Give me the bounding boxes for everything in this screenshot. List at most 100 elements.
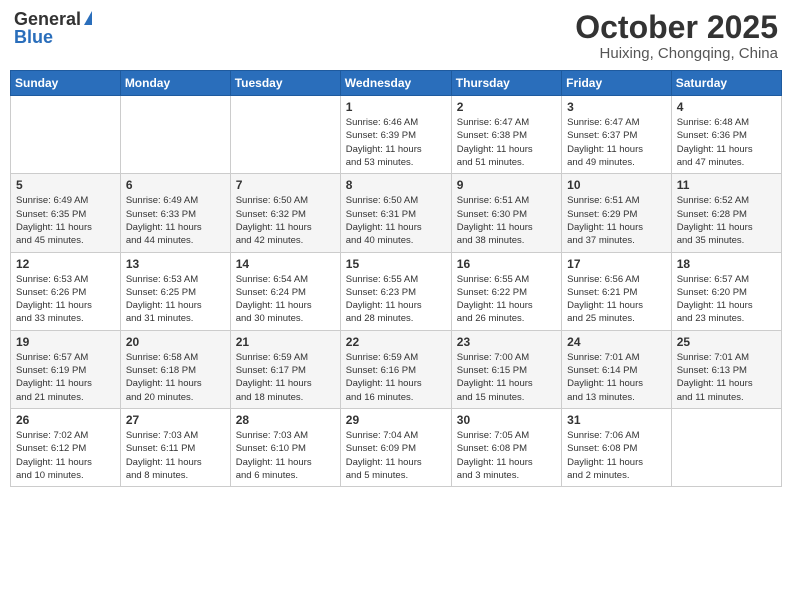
weekday-header: Wednesday — [340, 71, 451, 96]
day-number: 26 — [16, 413, 115, 427]
weekday-header: Friday — [562, 71, 672, 96]
day-number: 24 — [567, 335, 666, 349]
day-info: Sunrise: 6:54 AMSunset: 6:24 PMDaylight:… — [236, 273, 335, 326]
day-number: 1 — [346, 100, 446, 114]
day-info: Sunrise: 6:50 AMSunset: 6:32 PMDaylight:… — [236, 194, 335, 247]
calendar-cell: 12 Sunrise: 6:53 AMSunset: 6:26 PMDayligh… — [11, 252, 121, 330]
day-number: 18 — [677, 257, 776, 271]
logo: General Blue — [14, 10, 92, 46]
day-number: 4 — [677, 100, 776, 114]
day-info: Sunrise: 6:49 AMSunset: 6:33 PMDaylight:… — [126, 194, 225, 247]
day-number: 2 — [457, 100, 556, 114]
calendar-cell: 27Sunrise: 7:03 AMSunset: 6:11 PMDayligh… — [120, 408, 230, 486]
day-number: 12 — [16, 257, 115, 271]
weekday-header: Tuesday — [230, 71, 340, 96]
day-info: Sunrise: 7:04 AMSunset: 6:09 PMDaylight:… — [346, 429, 446, 482]
calendar-cell — [120, 96, 230, 174]
calendar-cell: 5 Sunrise: 6:49 AMSunset: 6:35 PMDaylight… — [11, 174, 121, 252]
day-number: 10 — [567, 178, 666, 192]
weekday-header: Thursday — [451, 71, 561, 96]
day-info: Sunrise: 6:46 AMSunset: 6:39 PMDaylight:… — [346, 116, 446, 169]
calendar-cell: 10 Sunrise: 6:51 AMSunset: 6:29 PMDayligh… — [562, 174, 672, 252]
calendar-cell: 15 Sunrise: 6:55 AMSunset: 6:23 PMDayligh… — [340, 252, 451, 330]
day-info: Sunrise: 6:51 AMSunset: 6:30 PMDaylight:… — [457, 194, 556, 247]
calendar-cell: 21 Sunrise: 6:59 AMSunset: 6:17 PMDayligh… — [230, 330, 340, 408]
calendar-cell — [11, 96, 121, 174]
title-block: October 2025 Huixing, Chongqing, China — [575, 10, 778, 62]
day-number: 30 — [457, 413, 556, 427]
day-number: 14 — [236, 257, 335, 271]
calendar-cell: 18 Sunrise: 6:57 AMSunset: 6:20 PMDayligh… — [671, 252, 781, 330]
calendar-cell: 28 Sunrise: 7:03 AMSunset: 6:10 PMDayligh… — [230, 408, 340, 486]
weekday-header-row: SundayMondayTuesdayWednesdayThursdayFrid… — [11, 71, 782, 96]
calendar-cell: 20 Sunrise: 6:58 AMSunset: 6:18 PMDayligh… — [120, 330, 230, 408]
day-info: Sunrise: 6:49 AMSunset: 6:35 PMDaylight:… — [16, 194, 115, 247]
calendar-week-row: 19 Sunrise: 6:57 AMSunset: 6:19 PMDayligh… — [11, 330, 782, 408]
day-number: 15 — [346, 257, 446, 271]
calendar-cell: 1 Sunrise: 6:46 AMSunset: 6:39 PMDaylight… — [340, 96, 451, 174]
logo-general-text: General — [14, 10, 81, 28]
day-info: Sunrise: 6:47 AMSunset: 6:37 PMDaylight:… — [567, 116, 666, 169]
calendar-cell: 4 Sunrise: 6:48 AMSunset: 6:36 PMDaylight… — [671, 96, 781, 174]
calendar-cell: 7 Sunrise: 6:50 AMSunset: 6:32 PMDaylight… — [230, 174, 340, 252]
day-info: Sunrise: 6:53 AMSunset: 6:26 PMDaylight:… — [16, 273, 115, 326]
day-number: 7 — [236, 178, 335, 192]
calendar-table: SundayMondayTuesdayWednesdayThursdayFrid… — [10, 70, 782, 487]
day-info: Sunrise: 6:57 AMSunset: 6:20 PMDaylight:… — [677, 273, 776, 326]
weekday-header: Saturday — [671, 71, 781, 96]
day-info: Sunrise: 6:48 AMSunset: 6:36 PMDaylight:… — [677, 116, 776, 169]
day-info: Sunrise: 7:01 AMSunset: 6:14 PMDaylight:… — [567, 351, 666, 404]
day-info: Sunrise: 6:56 AMSunset: 6:21 PMDaylight:… — [567, 273, 666, 326]
calendar-cell: 2 Sunrise: 6:47 AMSunset: 6:38 PMDaylight… — [451, 96, 561, 174]
calendar-cell: 22Sunrise: 6:59 AMSunset: 6:16 PMDayligh… — [340, 330, 451, 408]
day-number: 5 — [16, 178, 115, 192]
day-info: Sunrise: 7:05 AMSunset: 6:08 PMDaylight:… — [457, 429, 556, 482]
location-text: Huixing, Chongqing, China — [575, 45, 778, 62]
day-number: 28 — [236, 413, 335, 427]
day-info: Sunrise: 7:01 AMSunset: 6:13 PMDaylight:… — [677, 351, 776, 404]
calendar-cell: 16Sunrise: 6:55 AMSunset: 6:22 PMDayligh… — [451, 252, 561, 330]
day-number: 17 — [567, 257, 666, 271]
day-info: Sunrise: 6:55 AMSunset: 6:22 PMDaylight:… — [457, 273, 556, 326]
calendar-cell: 17 Sunrise: 6:56 AMSunset: 6:21 PMDayligh… — [562, 252, 672, 330]
day-info: Sunrise: 7:00 AMSunset: 6:15 PMDaylight:… — [457, 351, 556, 404]
day-number: 6 — [126, 178, 225, 192]
weekday-header: Sunday — [11, 71, 121, 96]
day-number: 27 — [126, 413, 225, 427]
day-info: Sunrise: 6:50 AMSunset: 6:31 PMDaylight:… — [346, 194, 446, 247]
day-info: Sunrise: 7:06 AMSunset: 6:08 PMDaylight:… — [567, 429, 666, 482]
calendar-cell: 3 Sunrise: 6:47 AMSunset: 6:37 PMDaylight… — [562, 96, 672, 174]
day-info: Sunrise: 6:55 AMSunset: 6:23 PMDaylight:… — [346, 273, 446, 326]
day-number: 21 — [236, 335, 335, 349]
month-title: October 2025 — [575, 10, 778, 45]
calendar-week-row: 12 Sunrise: 6:53 AMSunset: 6:26 PMDayligh… — [11, 252, 782, 330]
day-number: 9 — [457, 178, 556, 192]
weekday-header: Monday — [120, 71, 230, 96]
day-info: Sunrise: 7:02 AMSunset: 6:12 PMDaylight:… — [16, 429, 115, 482]
day-info: Sunrise: 6:51 AMSunset: 6:29 PMDaylight:… — [567, 194, 666, 247]
calendar-cell: 19 Sunrise: 6:57 AMSunset: 6:19 PMDayligh… — [11, 330, 121, 408]
day-number: 8 — [346, 178, 446, 192]
calendar-cell — [671, 408, 781, 486]
calendar-cell: 30 Sunrise: 7:05 AMSunset: 6:08 PMDayligh… — [451, 408, 561, 486]
page-header: General Blue October 2025 Huixing, Chong… — [10, 10, 782, 62]
calendar-cell: 6 Sunrise: 6:49 AMSunset: 6:33 PMDaylight… — [120, 174, 230, 252]
day-info: Sunrise: 6:58 AMSunset: 6:18 PMDaylight:… — [126, 351, 225, 404]
day-info: Sunrise: 6:53 AMSunset: 6:25 PMDaylight:… — [126, 273, 225, 326]
day-info: Sunrise: 6:47 AMSunset: 6:38 PMDaylight:… — [457, 116, 556, 169]
day-info: Sunrise: 6:59 AMSunset: 6:17 PMDaylight:… — [236, 351, 335, 404]
calendar-cell: 26 Sunrise: 7:02 AMSunset: 6:12 PMDayligh… — [11, 408, 121, 486]
day-number: 11 — [677, 178, 776, 192]
calendar-cell: 13Sunrise: 6:53 AMSunset: 6:25 PMDayligh… — [120, 252, 230, 330]
day-number: 31 — [567, 413, 666, 427]
calendar-cell: 8 Sunrise: 6:50 AMSunset: 6:31 PMDaylight… — [340, 174, 451, 252]
day-number: 20 — [126, 335, 225, 349]
day-number: 19 — [16, 335, 115, 349]
day-number: 3 — [567, 100, 666, 114]
calendar-cell: 29 Sunrise: 7:04 AMSunset: 6:09 PMDayligh… — [340, 408, 451, 486]
day-info: Sunrise: 6:57 AMSunset: 6:19 PMDaylight:… — [16, 351, 115, 404]
day-info: Sunrise: 7:03 AMSunset: 6:10 PMDaylight:… — [236, 429, 335, 482]
calendar-cell: 14 Sunrise: 6:54 AMSunset: 6:24 PMDayligh… — [230, 252, 340, 330]
day-number: 29 — [346, 413, 446, 427]
day-number: 23 — [457, 335, 556, 349]
